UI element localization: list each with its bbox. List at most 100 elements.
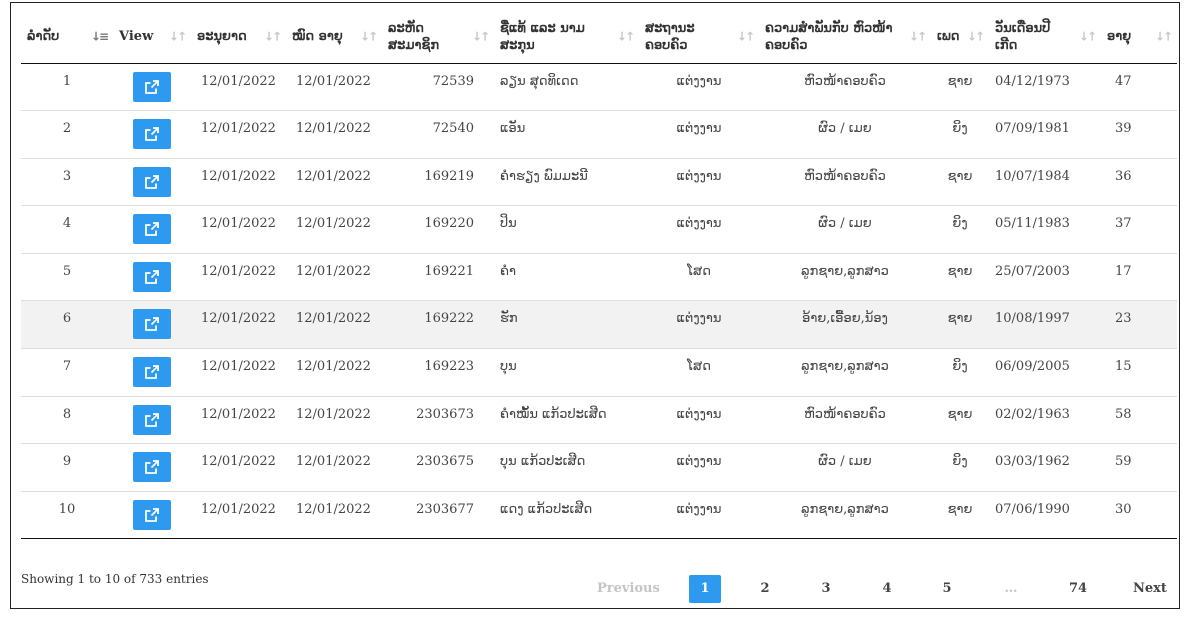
cell-dob: 07/06/1990 (989, 491, 1101, 540)
entries-info: Showing 1 to 10 of 733 entries (21, 572, 209, 586)
cell-gender: ຊາຍ (931, 300, 989, 350)
cell-issued: 12/01/2022 (191, 443, 286, 492)
cell-order: 3 (21, 158, 113, 207)
cell-family-status: ໂສດ (639, 253, 759, 302)
sort-icon[interactable]: ↓↑ (264, 28, 282, 45)
header-col-relation[interactable]: ຄວາມສຳພັນກັບ ຫົວໜ້າຄອບຄົວ ↓↑ (759, 11, 931, 64)
sort-icon[interactable]: ↓↑ (169, 28, 187, 45)
cell-age: 17 (1101, 253, 1177, 302)
view-button[interactable] (133, 357, 171, 388)
pagination-page-3[interactable]: 3 (816, 575, 836, 603)
table-row: 1 12/01/2022 12/01/2022 72539 ລຽນ ສຸດທິເດດ ແຕ… (21, 63, 1177, 112)
sort-ascending-icon[interactable]: ↓≡ (91, 28, 109, 45)
view-button[interactable] (133, 309, 171, 340)
header-col-gender[interactable]: ເພດ ↓↑ (931, 11, 989, 64)
sort-icon[interactable]: ↓↑ (472, 28, 490, 45)
table-row: 3 12/01/2022 12/01/2022 169219 ຄຳຮຽງ ພົມມະນີ… (21, 158, 1177, 207)
cell-view (113, 205, 191, 254)
sort-icon[interactable]: ↓↑ (737, 28, 755, 45)
table-row: 2 12/01/2022 12/01/2022 72540 ແອັນ ແຕ່ງງານ ຜົວ… (21, 110, 1177, 159)
table-row: 8 12/01/2022 12/01/2022 2303673 ຄຳໝັ້ນ ແກ້ວປ… (21, 396, 1177, 445)
pagination-last-page[interactable]: 74 (1065, 575, 1091, 603)
sort-icon[interactable]: ↓↑ (1079, 28, 1097, 45)
header-col-issued[interactable]: ອະນຸຍາດ ↓↑ (191, 11, 286, 64)
pagination-page-1[interactable]: 1 (689, 575, 721, 603)
cell-relation: ຫົວໜ້າຄອບຄົວ (759, 63, 931, 112)
cell-family-status: ໂສດ (639, 348, 759, 397)
cell-name: ລຽນ ສຸດທິເດດ (494, 63, 639, 112)
cell-issued: 12/01/2022 (191, 158, 286, 207)
cell-relation: ລູກຊາຍ,ລູກສາວ (759, 491, 931, 540)
header-label: ຊື່ແທ້ ແລະ ນາມ ສະກຸນ (500, 20, 585, 53)
cell-family-status: ແຕ່ງງານ (639, 396, 759, 445)
view-button[interactable] (133, 166, 171, 197)
pagination-page-2[interactable]: 2 (755, 575, 775, 603)
cell-dob: 10/07/1984 (989, 158, 1101, 207)
cell-member-id: 72540 (382, 110, 494, 159)
cell-member-id: 169221 (382, 253, 494, 302)
pagination-next[interactable]: Next (1133, 575, 1167, 603)
pagination-page-4[interactable]: 4 (877, 575, 897, 603)
cell-family-status: ແຕ່ງງານ (639, 205, 759, 254)
cell-member-id: 169220 (382, 205, 494, 254)
pagination-ellipsis: … (1004, 581, 1018, 596)
cell-view (113, 110, 191, 159)
view-button[interactable] (133, 214, 171, 245)
view-button[interactable] (133, 499, 171, 530)
table-row: 6 12/01/2022 12/01/2022 169222 ຮັກ ແຕ່ງງານ ອ້າ… (21, 300, 1177, 350)
members-table: ລຳດັບ ↓≡ View ↓↑ ອະນຸຍາດ ↓↑ ໝົດ ອາຍຸ ↓↑ ລະຫັດ ສະ… (21, 11, 1177, 540)
cell-dob: 03/03/1962 (989, 443, 1101, 492)
external-link-icon (145, 79, 159, 94)
cell-gender: ຍິງ (931, 205, 989, 254)
view-button[interactable] (133, 452, 171, 483)
cell-gender: ຊາຍ (931, 396, 989, 445)
sort-icon[interactable]: ↓↑ (360, 28, 378, 45)
cell-dob: 05/11/1983 (989, 205, 1101, 254)
cell-name: ຄຳ (494, 253, 639, 302)
cell-view (113, 253, 191, 302)
cell-issued: 12/01/2022 (191, 300, 286, 350)
view-button[interactable] (133, 119, 171, 150)
header-label: ສະຖານະ ຄອບຄົວ (645, 20, 695, 53)
cell-family-status: ແຕ່ງງານ (639, 300, 759, 350)
cell-view (113, 300, 191, 350)
pagination-page-5[interactable]: 5 (937, 575, 957, 603)
cell-dob: 07/09/1981 (989, 110, 1101, 159)
cell-name: ບຸນ ແກ້ວປະເສີດ (494, 443, 639, 492)
cell-order: 8 (21, 396, 113, 445)
cell-dob: 02/02/1963 (989, 396, 1101, 445)
external-link-icon (145, 460, 159, 475)
cell-expiry: 12/01/2022 (286, 491, 382, 540)
cell-issued: 12/01/2022 (191, 205, 286, 254)
header-label: ຄວາມສຳພັນກັບ ຫົວໜ້າຄອບຄົວ (765, 20, 893, 53)
header-col-member-id[interactable]: ລະຫັດ ສະມາຊິກ ↓↑ (382, 11, 494, 64)
sort-icon[interactable]: ↓↑ (1155, 28, 1173, 45)
header-col-dob[interactable]: ວັນເດືອນປີ ເກີດ ↓↑ (989, 11, 1101, 64)
table-container: ລຳດັບ ↓≡ View ↓↑ ອະນຸຍາດ ↓↑ ໝົດ ອາຍຸ ↓↑ ລະຫັດ ສະ… (10, 2, 1180, 609)
header-col-view[interactable]: View ↓↑ (113, 11, 191, 64)
table-row: 7 12/01/2022 12/01/2022 169223 ບຸນ ໂສດ ລູກຊາຍ,… (21, 348, 1177, 397)
header-label: ວັນເດືອນປີ ເກີດ (995, 20, 1051, 53)
sort-icon[interactable]: ↓↑ (967, 28, 985, 45)
table-row: 5 12/01/2022 12/01/2022 169221 ຄຳ ໂສດ ລູກຊາຍ,ລ… (21, 253, 1177, 302)
header-col-name[interactable]: ຊື່ແທ້ ແລະ ນາມ ສະກຸນ ↓↑ (494, 11, 639, 64)
cell-member-id: 169223 (382, 348, 494, 397)
sort-icon[interactable]: ↓↑ (617, 28, 635, 45)
header-col-expiry[interactable]: ໝົດ ອາຍຸ ↓↑ (286, 11, 382, 64)
header-col-order[interactable]: ລຳດັບ ↓≡ (21, 11, 113, 64)
view-button[interactable] (133, 71, 171, 102)
view-button[interactable] (133, 261, 171, 292)
cell-gender: ຊາຍ (931, 491, 989, 540)
cell-member-id: 72539 (382, 63, 494, 112)
view-button[interactable] (133, 404, 171, 435)
cell-family-status: ແຕ່ງງານ (639, 443, 759, 492)
pagination-previous[interactable]: Previous (597, 575, 660, 603)
header-col-family-status[interactable]: ສະຖານະ ຄອບຄົວ ↓↑ (639, 11, 759, 64)
sort-icon[interactable]: ↓↑ (909, 28, 927, 45)
header-col-age[interactable]: ອາຍຸ ↓↑ (1101, 11, 1177, 64)
cell-order: 2 (21, 110, 113, 159)
external-link-icon (145, 412, 159, 427)
table-header: ລຳດັບ ↓≡ View ↓↑ ອະນຸຍາດ ↓↑ ໝົດ ອາຍຸ ↓↑ ລະຫັດ ສະ… (21, 11, 1177, 64)
header-label: ລະຫັດ ສະມາຊິກ (388, 20, 440, 53)
cell-name: ຮັກ (494, 300, 639, 350)
